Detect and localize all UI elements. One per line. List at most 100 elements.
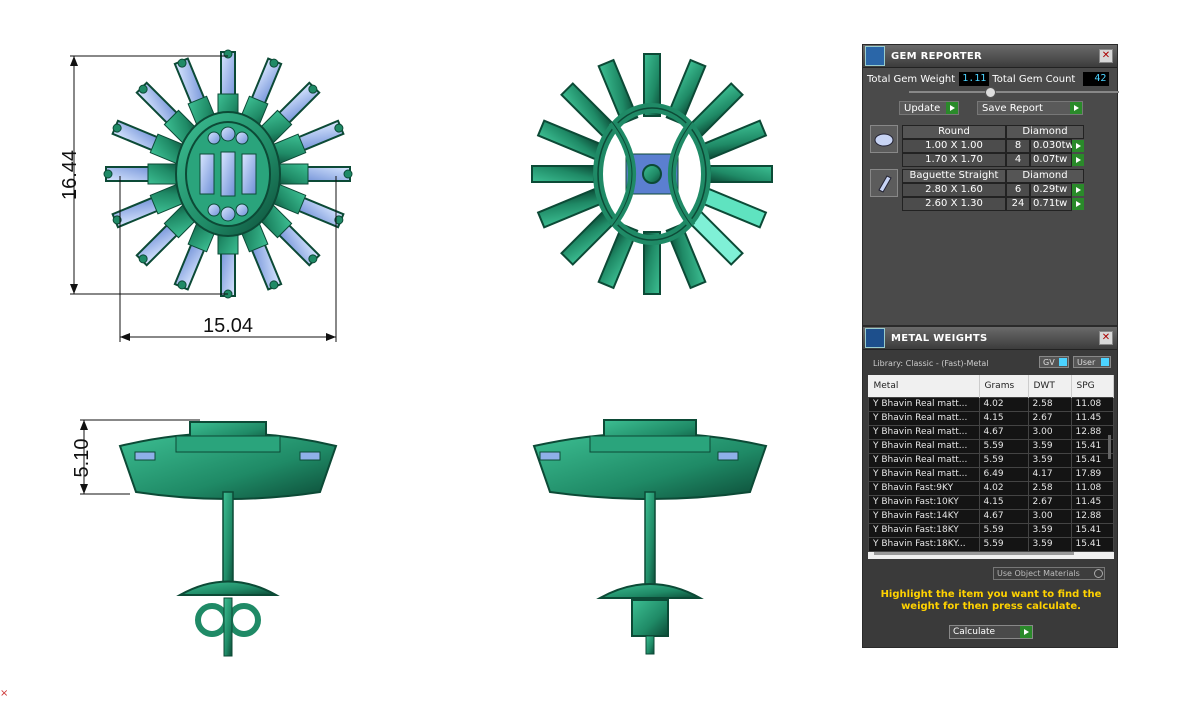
instruction-text: Highlight the item you want to find the …: [880, 589, 1102, 612]
metal-name: Y Bhavin Real matt...: [868, 397, 980, 412]
gem-material: Diamond: [1006, 169, 1084, 183]
column-header-dwt[interactable]: DWT: [1028, 375, 1072, 398]
metal-table[interactable]: Metal Grams DWT SPG Y Bhavin Real matt..…: [868, 375, 1114, 559]
metal-grams: 4.67: [978, 425, 1029, 440]
side-view-earring-left: 5.10: [71, 419, 338, 657]
table-row[interactable]: Y Bhavin Real matt... 5.59 3.59 15.41: [868, 453, 1114, 468]
gem-weight: 0.07tw: [1030, 153, 1072, 167]
gem-count: 6: [1006, 183, 1030, 197]
gem-totals: Total Gem Weight 1.11 Total Gem Count 42: [867, 71, 1113, 87]
front-view-earring: 16.44 15.04: [59, 49, 353, 342]
metal-grams: 4.15: [978, 495, 1029, 510]
gem-reporter-icon: [865, 46, 885, 66]
metal-name: Y Bhavin Fast:9KY: [868, 481, 980, 496]
save-report-button[interactable]: Save Report: [977, 101, 1083, 115]
gem-group-round: Round Diamond 1.00 X 1.00 8 0.030tw 1.70…: [870, 125, 1092, 167]
calculate-button[interactable]: Calculate: [949, 625, 1033, 639]
metal-dwt: 3.59: [1027, 523, 1072, 538]
column-header-grams[interactable]: Grams: [979, 375, 1029, 398]
metal-grams: 5.59: [978, 523, 1029, 538]
use-object-materials-label: Use Object Materials: [997, 569, 1080, 578]
table-row[interactable]: Y Bhavin Real matt... 6.49 4.17 17.89: [868, 467, 1114, 482]
gem-size: 2.60 X 1.30: [902, 197, 1006, 211]
metal-grams: 5.59: [978, 453, 1029, 468]
gem-size: 2.80 X 1.60: [902, 183, 1006, 197]
side-view-earring-right: [532, 419, 768, 655]
gem-material: Diamond: [1006, 125, 1084, 139]
close-icon[interactable]: ✕: [1099, 331, 1113, 345]
gem-row[interactable]: 2.80 X 1.60 6 0.29tw: [902, 183, 1084, 197]
gem-row[interactable]: 2.60 X 1.30 24 0.71tw: [902, 197, 1084, 211]
gem-group-header: Round Diamond: [902, 125, 1084, 139]
dim-width-top: 15.04: [203, 315, 253, 337]
update-button-label: Update: [904, 103, 941, 114]
gem-reporter-panel: GEM REPORTER ✕ Total Gem Weight 1.11 Tot…: [862, 44, 1119, 326]
table-header-row: Metal Grams DWT SPG: [868, 375, 1114, 398]
play-icon[interactable]: [1072, 154, 1084, 166]
total-weight-value: 1.11: [959, 72, 990, 86]
gem-panel-slider[interactable]: [909, 87, 1119, 98]
metal-grams: 5.59: [978, 537, 1029, 552]
gv-toggle[interactable]: GV: [1039, 356, 1069, 368]
play-icon: [946, 102, 958, 114]
library-label: Library: Classic - (Fast)-Metal: [873, 359, 989, 368]
table-row[interactable]: Y Bhavin Fast:10KY 4.15 2.67 11.45: [868, 495, 1114, 510]
round-gem-icon[interactable]: [870, 125, 898, 153]
horizontal-scrollbar[interactable]: [874, 552, 1074, 555]
play-icon[interactable]: [1072, 140, 1084, 152]
vertical-scrollbar[interactable]: [1108, 435, 1111, 459]
user-toggle[interactable]: User: [1073, 356, 1111, 368]
slider-knob[interactable]: [985, 87, 996, 98]
metal-dwt: 3.00: [1027, 509, 1072, 524]
table-row[interactable]: Y Bhavin Fast:18KY... 5.59 3.59 15.41: [868, 537, 1114, 552]
metal-dwt: 3.59: [1027, 453, 1072, 468]
metal-weights-title: METAL WEIGHTS: [891, 332, 988, 344]
cad-viewport[interactable]: 16.44 15.04 5.10: [0, 0, 860, 718]
gv-toggle-label: GV: [1043, 358, 1055, 367]
gem-row[interactable]: 1.00 X 1.00 8 0.030tw: [902, 139, 1084, 153]
user-toggle-label: User: [1077, 358, 1096, 367]
metal-spg: 15.41: [1070, 537, 1114, 552]
metal-dwt: 3.59: [1027, 537, 1072, 552]
metal-spg: 12.88: [1070, 509, 1114, 524]
table-row[interactable]: Y Bhavin Real matt... 4.67 3.00 12.88: [868, 425, 1114, 440]
metal-spg: 11.45: [1070, 495, 1114, 510]
play-icon: [1020, 626, 1032, 638]
close-icon[interactable]: ✕: [1099, 49, 1113, 63]
column-header-spg[interactable]: SPG: [1071, 375, 1114, 398]
metal-grams: 4.02: [978, 481, 1029, 496]
back-view-earring: [531, 53, 773, 295]
table-row[interactable]: Y Bhavin Fast:9KY 4.02 2.58 11.08: [868, 481, 1114, 496]
metal-grams: 4.15: [978, 411, 1029, 426]
metal-dwt: 4.17: [1027, 467, 1072, 482]
total-count-value: 42: [1083, 72, 1110, 86]
total-count-label: Total Gem Count: [992, 73, 1076, 85]
table-row[interactable]: Y Bhavin Real matt... 5.59 3.59 15.41: [868, 439, 1114, 454]
metal-name: Y Bhavin Fast:14KY: [868, 509, 980, 524]
gem-row[interactable]: 1.70 X 1.70 4 0.07tw: [902, 153, 1084, 167]
baguette-gem-icon[interactable]: [870, 169, 898, 197]
metal-weights-table: Metal Grams DWT SPG Y Bhavin Real matt..…: [868, 375, 1114, 552]
metal-weights-titlebar[interactable]: METAL WEIGHTS ✕: [863, 327, 1117, 350]
metal-weights-panel: METAL WEIGHTS ✕ Library: Classic - (Fast…: [862, 326, 1118, 648]
gem-reporter-titlebar[interactable]: GEM REPORTER ✕: [863, 45, 1117, 68]
calculate-label: Calculate: [953, 627, 996, 637]
metal-name: Y Bhavin Real matt...: [868, 467, 980, 482]
metal-dwt: 2.67: [1027, 411, 1072, 426]
column-header-metal[interactable]: Metal: [868, 375, 980, 398]
table-row[interactable]: Y Bhavin Real matt... 4.15 2.67 11.45: [868, 411, 1114, 426]
viewport-drawing: 16.44 15.04 5.10: [59, 49, 773, 657]
table-row[interactable]: Y Bhavin Real matt... 4.02 2.58 11.08: [868, 397, 1114, 412]
play-icon[interactable]: [1072, 198, 1084, 210]
save-report-label: Save Report: [982, 103, 1043, 114]
play-icon[interactable]: [1072, 184, 1084, 196]
table-row[interactable]: Y Bhavin Fast:14KY 4.67 3.00 12.88: [868, 509, 1114, 524]
origin-marker-icon: ×: [0, 688, 9, 699]
gem-count: 4: [1006, 153, 1030, 167]
metal-spg: 15.41: [1070, 523, 1114, 538]
table-row[interactable]: Y Bhavin Fast:18KY 5.59 3.59 15.41: [868, 523, 1114, 538]
metal-grams: 4.67: [978, 509, 1029, 524]
update-button[interactable]: Update: [899, 101, 959, 115]
metal-spg: 11.08: [1070, 481, 1114, 496]
use-object-materials-toggle[interactable]: Use Object Materials: [993, 567, 1105, 580]
